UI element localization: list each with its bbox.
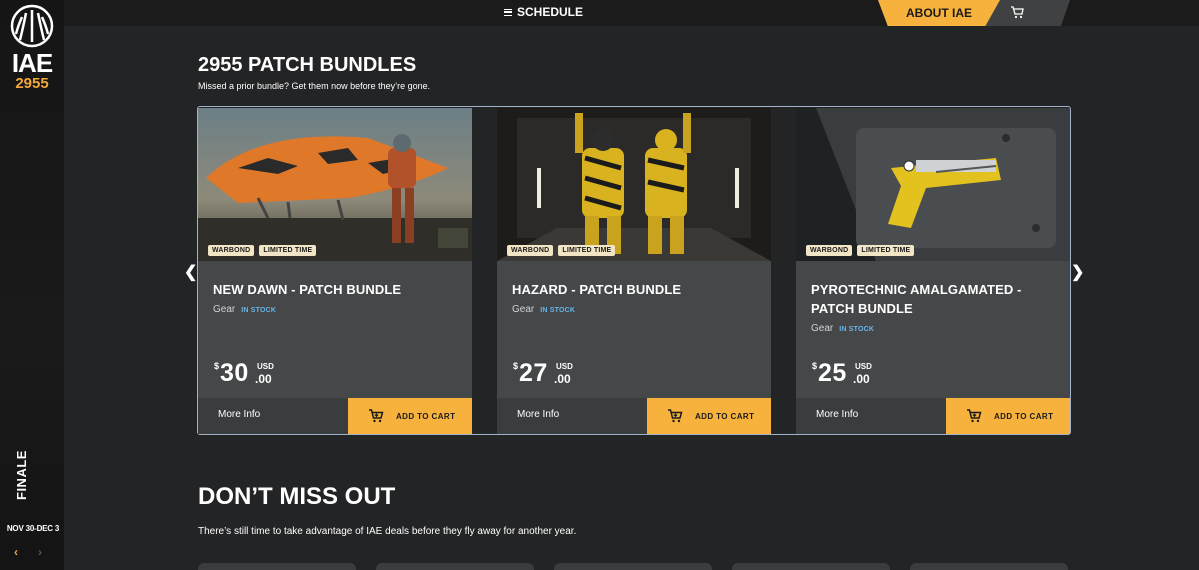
logo-year: 2955 bbox=[15, 75, 49, 92]
logo-text: IAE bbox=[11, 48, 53, 78]
bundle-meta: Gear IN STOCK bbox=[512, 304, 575, 315]
page: IAE 2955 FINALE NOV 30-DEC 3 ‹ › SCHEDUL… bbox=[0, 0, 1199, 570]
top-nav: SCHEDULE ABOUT IAE bbox=[64, 0, 1199, 26]
bundle-name[interactable]: HAZARD - PATCH BUNDLE bbox=[512, 280, 756, 299]
more-info-link[interactable]: More Info bbox=[517, 409, 559, 420]
carousel-prev-icon[interactable]: ❮ bbox=[184, 262, 197, 282]
dont-miss-out-title: DON’T MISS OUT bbox=[198, 483, 396, 510]
section-title: 2955 PATCH BUNDLES bbox=[198, 54, 417, 76]
more-info-link[interactable]: More Info bbox=[816, 409, 858, 420]
price-whole: 30 bbox=[220, 359, 249, 387]
add-to-cart-label: ADD TO CART bbox=[695, 411, 755, 421]
badge-group: WARBOND LIMITED TIME bbox=[208, 245, 317, 256]
iae-emblem-icon bbox=[10, 4, 54, 48]
deal-card-peek[interactable] bbox=[910, 563, 1068, 570]
more-info-link[interactable]: More Info bbox=[218, 409, 260, 420]
currency-code: USD bbox=[556, 362, 573, 371]
bundle-name[interactable]: NEW DAWN - PATCH BUNDLE bbox=[213, 280, 457, 299]
badge-group: WARBOND LIMITED TIME bbox=[507, 245, 616, 256]
stock-status: IN STOCK bbox=[241, 307, 277, 314]
currency-symbol: $ bbox=[214, 361, 220, 371]
price-whole: 27 bbox=[519, 359, 548, 387]
deal-card-peek[interactable] bbox=[554, 563, 712, 570]
bundle-card[interactable]: WARBOND LIMITED TIME HAZARD - PATCH BUND… bbox=[497, 108, 771, 434]
add-to-cart-button[interactable]: ADD TO CART bbox=[348, 398, 472, 434]
about-iae-tab[interactable]: ABOUT IAE bbox=[878, 0, 1000, 26]
stock-status: IN STOCK bbox=[839, 326, 875, 333]
chevron-left-icon[interactable]: ‹ bbox=[14, 545, 18, 559]
add-to-cart-label: ADD TO CART bbox=[994, 411, 1054, 421]
event-sidebar: IAE 2955 FINALE NOV 30-DEC 3 ‹ › bbox=[0, 0, 64, 570]
event-label: FINALE bbox=[14, 450, 29, 500]
warbond-badge: WARBOND bbox=[208, 245, 255, 256]
badge-group: WARBOND LIMITED TIME bbox=[806, 245, 915, 256]
card-footer: More Info ADD TO CART bbox=[497, 398, 771, 434]
currency-code: USD bbox=[855, 362, 872, 371]
add-to-cart-button[interactable]: ADD TO CART bbox=[946, 398, 1070, 434]
limited-time-badge: LIMITED TIME bbox=[558, 245, 616, 256]
cart-icon bbox=[967, 409, 982, 423]
bundle-card[interactable]: WARBOND LIMITED TIME PYROTECHNIC AMALGAM… bbox=[796, 108, 1070, 434]
carousel-next-icon[interactable]: ❯ bbox=[1071, 262, 1084, 282]
deal-card-peek[interactable] bbox=[376, 563, 534, 570]
currency-symbol: $ bbox=[812, 361, 818, 371]
price-cents: .00 bbox=[554, 372, 571, 386]
bundle-image[interactable] bbox=[198, 108, 472, 261]
section-subtitle: Missed a prior bundle? Get them now befo… bbox=[198, 81, 431, 91]
warbond-badge: WARBOND bbox=[806, 245, 853, 256]
cart-icon[interactable] bbox=[1010, 6, 1024, 19]
bundle-card[interactable]: WARBOND LIMITED TIME NEW DAWN - PATCH BU… bbox=[198, 108, 472, 434]
price-whole: 25 bbox=[818, 359, 847, 387]
warbond-badge: WARBOND bbox=[507, 245, 554, 256]
iae-logo[interactable]: IAE 2955 bbox=[6, 4, 58, 94]
bundle-image[interactable] bbox=[497, 108, 771, 261]
bundle-name[interactable]: PYROTECHNIC AMALGAMATED - PATCH BUNDLE bbox=[811, 280, 1055, 318]
cart-icon bbox=[668, 409, 683, 423]
bundle-type: Gear bbox=[811, 323, 834, 334]
bundle-type: Gear bbox=[213, 304, 236, 315]
card-footer: More Info ADD TO CART bbox=[796, 398, 1070, 434]
price-cents: .00 bbox=[853, 372, 870, 386]
chevron-right-icon[interactable]: › bbox=[38, 545, 42, 559]
add-to-cart-button[interactable]: ADD TO CART bbox=[647, 398, 771, 434]
dont-miss-out-subtitle: There’s still time to take advantage of … bbox=[198, 526, 577, 537]
deal-card-peek[interactable] bbox=[732, 563, 890, 570]
bundle-meta: Gear IN STOCK bbox=[213, 304, 276, 315]
cart-icon bbox=[369, 409, 384, 423]
event-dates: NOV 30-DEC 3 bbox=[6, 524, 60, 533]
currency-symbol: $ bbox=[513, 361, 519, 371]
event-nav: ‹ › bbox=[10, 545, 54, 561]
add-to-cart-label: ADD TO CART bbox=[396, 411, 456, 421]
about-label: ABOUT IAE bbox=[906, 6, 972, 20]
deal-card-peek[interactable] bbox=[198, 563, 356, 570]
schedule-button[interactable]: SCHEDULE bbox=[504, 4, 583, 20]
card-footer: More Info ADD TO CART bbox=[198, 398, 472, 434]
stock-status: IN STOCK bbox=[540, 307, 576, 314]
price-cents: .00 bbox=[255, 372, 272, 386]
bundle-meta: Gear IN STOCK bbox=[811, 323, 874, 334]
menu-icon bbox=[504, 8, 512, 16]
currency-code: USD bbox=[257, 362, 274, 371]
limited-time-badge: LIMITED TIME bbox=[857, 245, 915, 256]
schedule-label: SCHEDULE bbox=[517, 5, 584, 19]
bundle-image[interactable] bbox=[796, 108, 1070, 261]
limited-time-badge: LIMITED TIME bbox=[259, 245, 317, 256]
bundle-type: Gear bbox=[512, 304, 535, 315]
